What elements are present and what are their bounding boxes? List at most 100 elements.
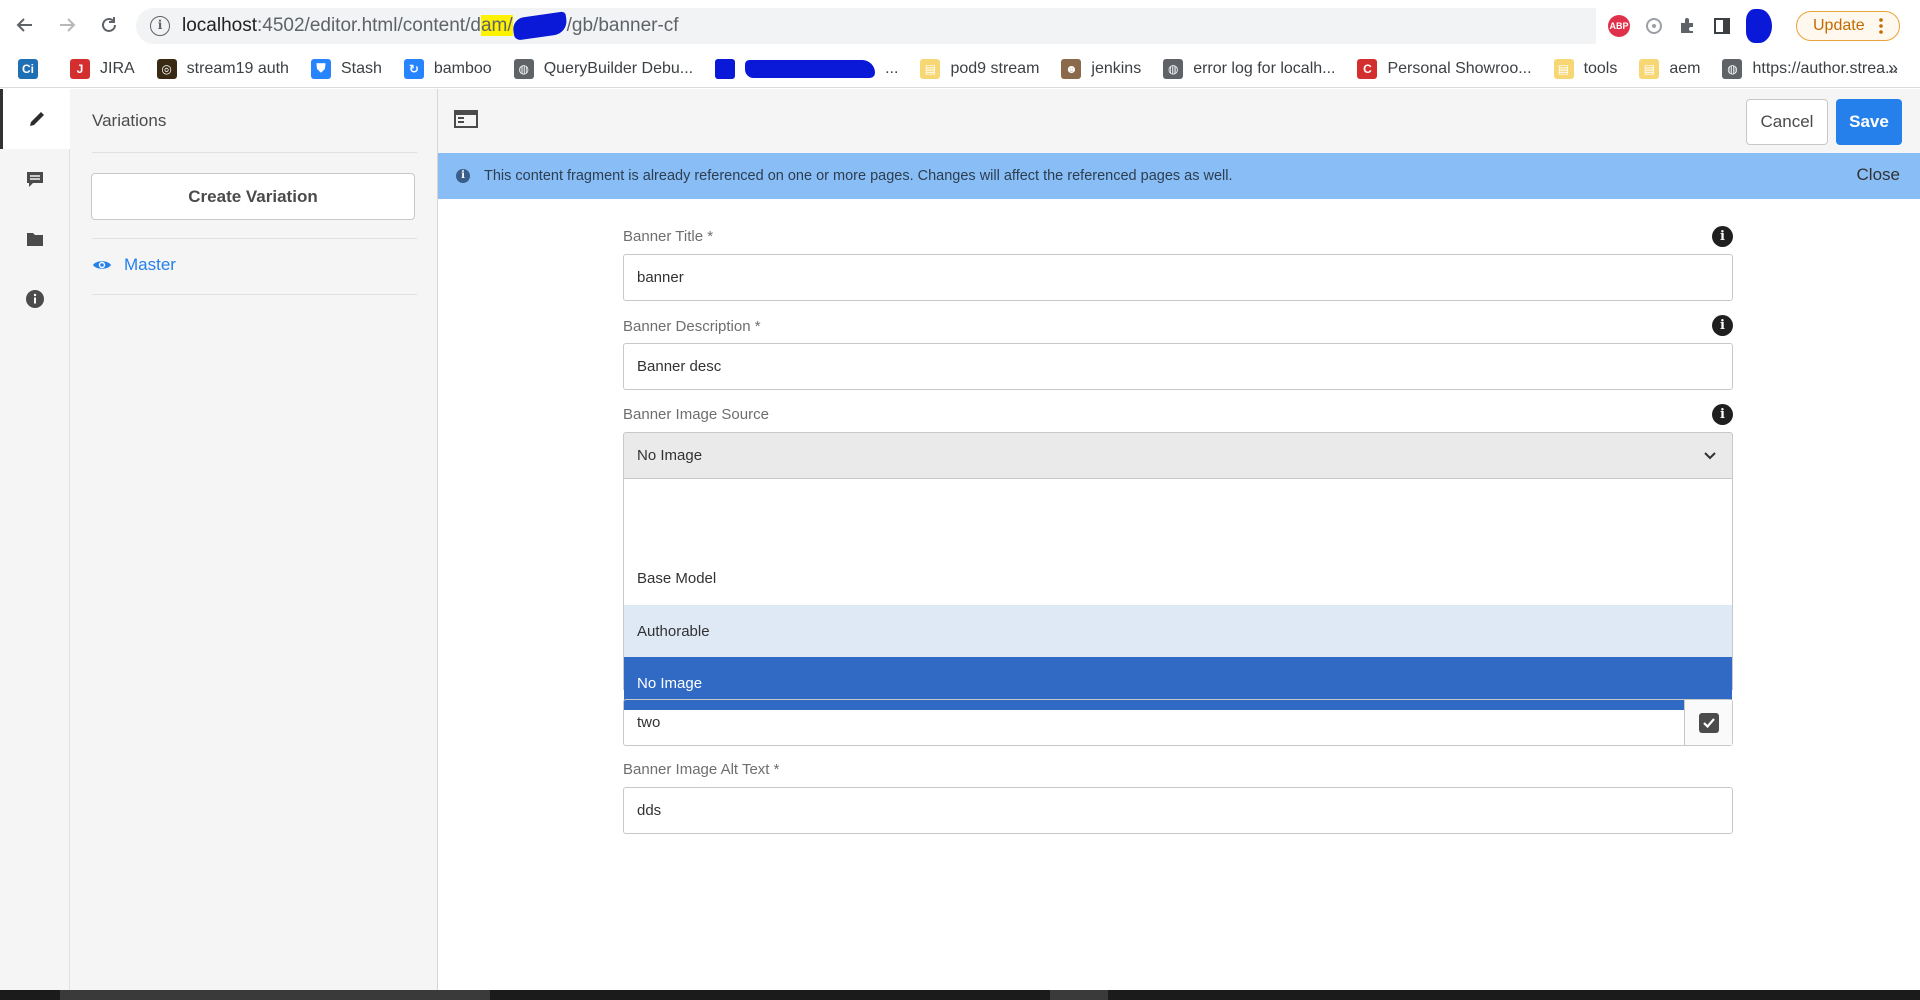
reload-icon (102, 17, 116, 32)
bookmark-favicon-icon: ◎ (156, 58, 177, 79)
bookmark-favicon-icon: ◍ (1163, 58, 1184, 79)
bookmark-label: error log for localh... (1193, 59, 1336, 77)
bookmark-label: QueryBuilder Debu... (543, 59, 694, 77)
editor-main: Cancel Save i This content fragment is a… (438, 89, 1920, 990)
bookmark-item[interactable]: ▤ aem (1639, 58, 1701, 79)
adblock-icon[interactable]: ABP (1608, 15, 1630, 37)
variations-panel: Variations Create Variation Master (70, 89, 438, 990)
bookmark-label: pod9 stream (950, 59, 1040, 77)
update-button[interactable]: Update (1796, 11, 1900, 41)
bookmark-favicon-icon: ◍ (513, 58, 534, 79)
redaction-scribble (511, 11, 568, 41)
bookmark-item[interactable]: J JIRA (70, 58, 135, 79)
forward-button[interactable] (50, 8, 84, 42)
alert-close-button[interactable]: Close (1857, 165, 1900, 185)
rail-assets-tab[interactable] (0, 209, 70, 269)
pencil-icon (29, 112, 44, 126)
site-info-icon[interactable]: i (150, 16, 170, 36)
rail-edit-tab[interactable] (0, 89, 70, 149)
bookmark-favicon-icon: Ci (18, 58, 38, 79)
bookmark-item[interactable]: ▤ tools (1553, 58, 1618, 79)
toggle-side-panel-button[interactable] (454, 109, 478, 134)
bookmark-item[interactable]: ↻ bamboo (403, 58, 492, 79)
banner-alt-text-label: Banner Image Alt Text * (623, 761, 780, 778)
bookmark-item[interactable]: ◎ stream19 auth (156, 58, 289, 79)
cancel-button[interactable]: Cancel (1746, 99, 1828, 145)
divider (92, 152, 417, 153)
taskbar (0, 990, 1920, 1000)
url-host: localhost (182, 15, 257, 36)
bookmark-item[interactable]: ... (715, 58, 898, 79)
save-button[interactable]: Save (1836, 99, 1902, 145)
bookmarks-overflow-button[interactable]: » (1888, 58, 1898, 79)
bookmark-favicon-icon (715, 58, 736, 79)
bookmark-item[interactable]: C Personal Showroo... (1357, 58, 1532, 79)
action-bar: Cancel Save (438, 89, 1920, 153)
bookmark-label: https://author.strea... (1752, 59, 1899, 77)
url-path-start: :4502/editor.html/content/d (257, 15, 481, 36)
bookmark-label: jenkins (1091, 59, 1142, 77)
url-path-end: /gb/banner-cf (566, 15, 679, 36)
reload-button[interactable] (92, 8, 126, 42)
banner-description-input[interactable] (623, 343, 1733, 390)
side-panel-icon[interactable] (1712, 16, 1732, 36)
bookmarks-bar: Ci J JIRA ◎ stream19 auth ⛊ Stash ↻ bamboo ◍ Query… (0, 50, 1920, 88)
puzzle-icon[interactable] (1678, 16, 1698, 36)
bookmark-favicon-icon: ☻ (1061, 58, 1082, 79)
bookmark-label: tools (1583, 59, 1618, 77)
checkbox-checked-icon (1698, 712, 1719, 733)
variation-item-master[interactable]: Master (92, 255, 176, 275)
banner-image-source-label: Banner Image Source (623, 406, 769, 423)
bookmark-favicon-icon: ▤ (1639, 58, 1660, 79)
banner-title-info-icon[interactable]: i (1712, 226, 1733, 247)
alert-message: This content fragment is already referen… (484, 168, 1233, 184)
bookmark-item[interactable]: ☻ jenkins (1061, 58, 1142, 79)
banner-description-info-icon[interactable]: i (1712, 315, 1733, 336)
extension-gear-icon[interactable] (1644, 16, 1664, 36)
info-icon (26, 290, 44, 308)
url-text[interactable]: localhost:4502/editor.html/content/dam/ /… (182, 11, 679, 41)
bookmark-item[interactable]: ⛊ Stash (310, 58, 382, 79)
bookmark-label: bamboo (433, 59, 492, 77)
back-button[interactable] (8, 8, 42, 42)
bookmark-item[interactable]: Ci (18, 58, 48, 79)
multifield-input[interactable] (624, 700, 1684, 745)
bookmark-item[interactable]: ▤ pod9 stream (920, 58, 1040, 79)
left-rail (0, 89, 70, 990)
extensions-area: ABP Update (1596, 8, 1908, 44)
redaction-scribble (745, 59, 876, 78)
banner-alt-text-input[interactable] (623, 787, 1733, 834)
banner-description-label: Banner Description * (623, 318, 761, 335)
panel-title: Variations (92, 111, 167, 130)
option-authorable[interactable]: Authorable (624, 605, 1732, 657)
bookmark-favicon-icon: C (1357, 58, 1378, 79)
bookmark-label: Stash (340, 59, 382, 77)
variation-label: Master (124, 255, 176, 274)
multifield-checkbox[interactable] (1684, 700, 1732, 745)
banner-image-source-info-icon[interactable]: i (1712, 404, 1733, 425)
arrow-left-icon (16, 18, 32, 32)
banner-title-label: Banner Title * (623, 228, 714, 245)
bookmark-item[interactable]: ◍ error log for localh... (1163, 58, 1336, 79)
rail-annotations-tab[interactable] (0, 149, 70, 209)
bookmark-label: aem (1669, 59, 1701, 77)
url-highlight: am/ (480, 15, 513, 36)
folder-icon (27, 233, 43, 246)
banner-image-source-options: Base Model Authorable No Image (623, 479, 1733, 710)
create-variation-button[interactable]: Create Variation (91, 173, 415, 220)
rail-info-tab[interactable] (0, 269, 70, 329)
divider (92, 238, 417, 239)
divider (92, 294, 417, 295)
bookmark-favicon-icon: ↻ (403, 58, 424, 79)
profile-avatar[interactable] (1746, 9, 1772, 43)
option-empty[interactable] (624, 479, 1732, 552)
banner-title-input[interactable] (623, 254, 1733, 301)
banner-image-source-select[interactable]: No Image (623, 432, 1733, 479)
chevron-down-icon (1704, 452, 1716, 460)
bookmark-item[interactable]: ◍ https://author.strea... (1722, 58, 1899, 79)
bookmark-item[interactable]: ◍ QueryBuilder Debu... (513, 58, 694, 79)
taskbar-segment (60, 990, 490, 1000)
bookmark-favicon-icon: ▤ (920, 58, 941, 79)
option-base-model[interactable]: Base Model (624, 552, 1732, 605)
bookmark-favicon-icon: ⛊ (310, 58, 331, 79)
